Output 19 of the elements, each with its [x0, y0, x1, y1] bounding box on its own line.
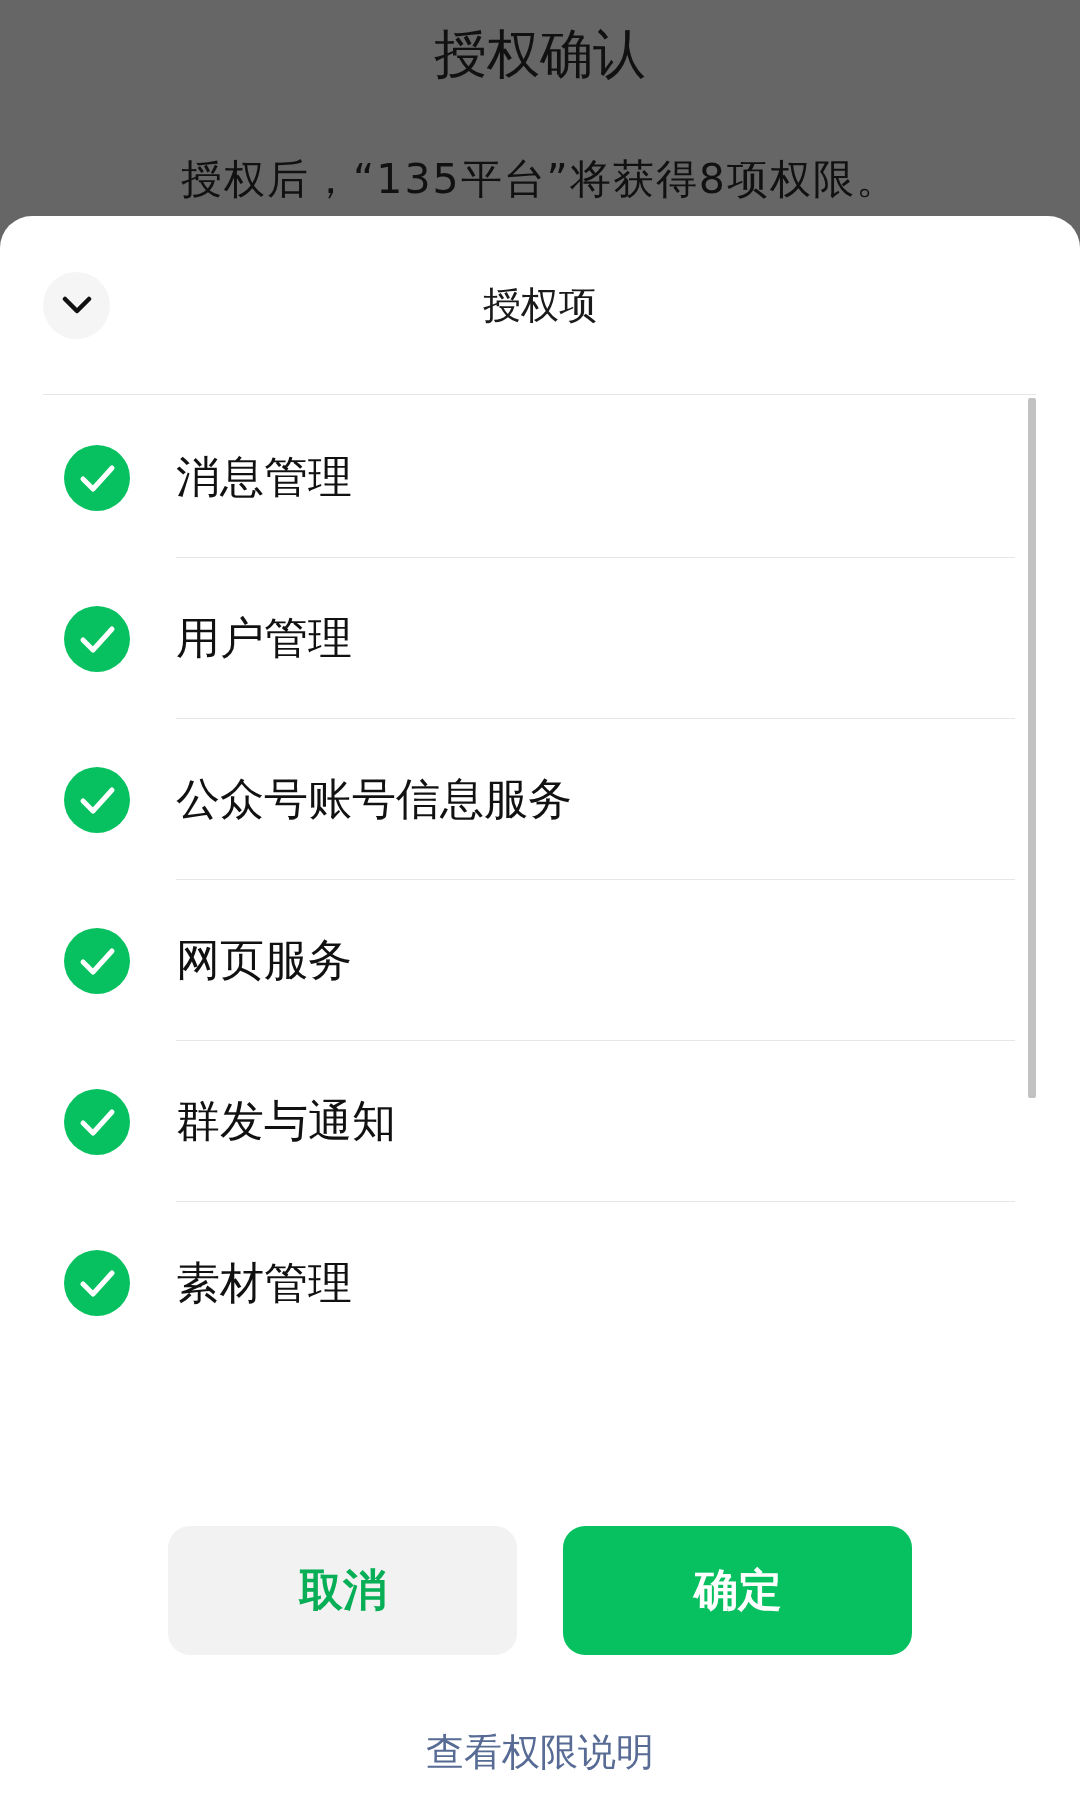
page-title: 授权确认 [434, 22, 646, 86]
permission-label: 公众号账号信息服务 [176, 772, 572, 826]
chevron-down-icon [61, 295, 92, 315]
permission-label: 网页服务 [176, 933, 352, 987]
check-circle-icon[interactable] [64, 605, 130, 672]
check-circle-icon[interactable] [64, 444, 130, 511]
check-circle-icon[interactable] [64, 766, 130, 833]
check-circle-icon[interactable] [64, 1088, 130, 1155]
permission-summary: 授权后，“135平台”将获得8项权限。 [181, 154, 899, 204]
check-circle-icon[interactable] [64, 1249, 130, 1316]
permission-details-link[interactable]: 查看权限说明 [426, 1728, 654, 1776]
cancel-button[interactable]: 取消 [168, 1526, 517, 1655]
permission-label: 用户管理 [176, 611, 352, 665]
permission-label: 群发与通知 [176, 1094, 396, 1148]
confirm-button[interactable]: 确定 [563, 1526, 912, 1655]
permission-label: 素材管理 [176, 1255, 352, 1310]
sheet-title: 授权项 [483, 282, 597, 328]
check-circle-icon[interactable] [64, 927, 130, 994]
permission-label: 消息管理 [176, 450, 352, 504]
